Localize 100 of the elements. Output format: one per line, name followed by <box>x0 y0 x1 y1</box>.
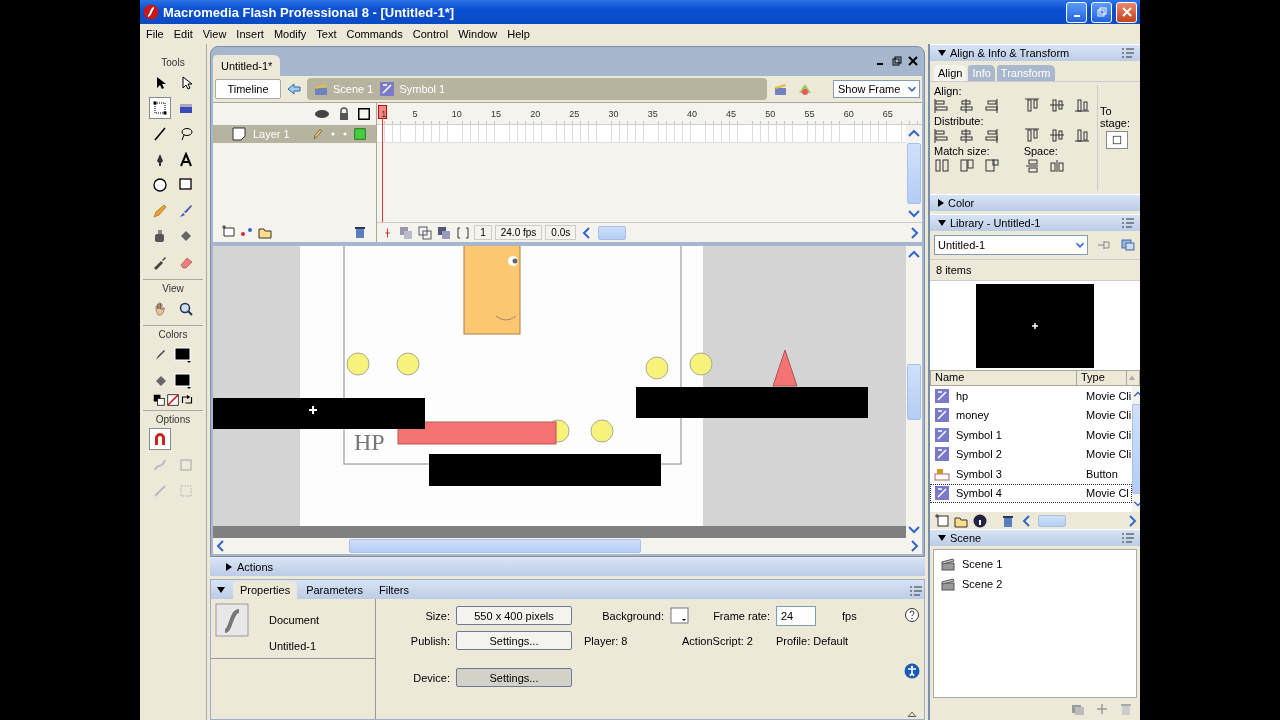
document-tab[interactable]: Untitled-1* <box>213 55 281 76</box>
library-item[interactable]: Symbol 2 Movie Cli <box>930 444 1133 464</box>
info-icon[interactable] <box>972 512 988 529</box>
align-icon[interactable] <box>1024 98 1040 114</box>
distribute-icon[interactable] <box>1049 128 1065 144</box>
panel-menu-icon[interactable] <box>1120 215 1136 231</box>
size-button[interactable]: 550 x 400 pixels <box>456 606 572 625</box>
library-dropdown[interactable]: Untitled-1 <box>934 235 1089 255</box>
add-layer-icon[interactable] <box>221 224 237 240</box>
item-name: Symbol 4 <box>956 487 1003 500</box>
device-settings-button[interactable]: Settings... <box>456 668 572 687</box>
library-item[interactable]: Symbol 1 Movie Cli <box>930 425 1133 445</box>
item-name: hp <box>956 389 970 402</box>
panel-header[interactable]: Library - Untitled-1 <box>930 214 1140 231</box>
stroke-color-swatch[interactable] <box>174 347 192 364</box>
distribute-icon[interactable] <box>984 128 1000 144</box>
menu-item[interactable]: File <box>142 28 170 40</box>
align-icon[interactable] <box>934 98 950 114</box>
menu-item[interactable]: Help <box>503 28 536 40</box>
distribute-icon[interactable] <box>934 128 950 144</box>
panel-header[interactable]: Align & Info & Transform <box>930 44 1140 61</box>
new-symbol-icon[interactable] <box>934 512 950 529</box>
scene-item[interactable]: Scene 1 <box>940 555 1130 573</box>
align-icon[interactable] <box>1074 98 1090 114</box>
scene-item[interactable]: Scene 2 <box>940 575 1130 593</box>
distribute-icon[interactable] <box>1024 128 1040 144</box>
fill-color-swatch[interactable] <box>174 372 192 389</box>
snap-button[interactable] <box>149 428 171 451</box>
distribute-icon[interactable] <box>1074 128 1090 144</box>
restore-icon[interactable] <box>892 56 902 66</box>
align-icon[interactable] <box>959 98 975 114</box>
menu-item[interactable]: Modify <box>269 28 313 40</box>
library-item[interactable]: Symbol 4 Movie Cl <box>930 483 1133 503</box>
tool-button[interactable] <box>149 97 171 120</box>
menu-item[interactable]: Commands <box>342 28 409 40</box>
menu-item[interactable]: Text <box>312 28 343 40</box>
frame-number: 40 <box>686 108 698 119</box>
new-library-icon[interactable] <box>1120 237 1136 253</box>
align-icon[interactable] <box>1049 98 1065 114</box>
onion-outline-icon[interactable] <box>417 224 434 241</box>
panel-menu-icon[interactable] <box>1120 530 1136 546</box>
space-icon[interactable] <box>1024 158 1040 174</box>
column-header[interactable]: Name <box>931 371 1077 385</box>
background-color-swatch[interactable] <box>670 606 690 625</box>
scroll-thumb[interactable] <box>907 143 921 204</box>
current-frame: 1 <box>474 225 492 240</box>
menu-item[interactable]: Control <box>408 28 455 40</box>
window-title: Macromedia Flash Professional 8 - [Untitled-1*] <box>163 4 456 20</box>
collapse-icon[interactable] <box>906 709 918 719</box>
panel-header[interactable]: Color <box>930 194 1140 211</box>
scroll-thumb[interactable] <box>1038 514 1066 527</box>
timeline-button[interactable]: Timeline <box>215 79 281 99</box>
panel-menu-icon[interactable] <box>908 583 924 599</box>
no-color-icon[interactable] <box>167 393 179 406</box>
menu-item[interactable]: Edit <box>169 28 199 40</box>
close-button[interactable] <box>1116 1 1137 23</box>
menu-item[interactable]: Insert <box>232 28 270 40</box>
distribute-icon[interactable] <box>959 128 975 144</box>
match-size-icon[interactable] <box>934 158 950 174</box>
accessibility-icon[interactable] <box>904 663 920 679</box>
panel-tab[interactable]: Parameters <box>299 581 370 599</box>
scroll-thumb[interactable] <box>349 539 641 554</box>
hand-icon[interactable] <box>152 300 168 317</box>
panel-header[interactable]: Scene <box>930 529 1140 546</box>
minimize-button[interactable] <box>1066 1 1087 23</box>
help-icon[interactable] <box>904 607 920 623</box>
column-header[interactable]: Type <box>1077 371 1127 385</box>
scroll-thumb[interactable] <box>598 225 627 240</box>
default-colors-icon[interactable] <box>153 393 165 406</box>
to-stage-button[interactable] <box>1106 131 1128 149</box>
brush-icon <box>178 202 194 219</box>
library-item[interactable]: money Movie Cli <box>930 405 1133 425</box>
space-icon[interactable] <box>1049 158 1065 174</box>
panel-tab[interactable]: Properties <box>233 581 298 599</box>
panel-menu-icon[interactable] <box>1120 45 1136 61</box>
frame-rate-field[interactable]: 24 <box>776 605 816 626</box>
menu-item[interactable]: View <box>198 28 233 40</box>
match-size-icon[interactable] <box>959 158 975 174</box>
close-icon[interactable] <box>908 56 918 66</box>
expand-triangle-icon[interactable] <box>217 586 225 593</box>
scroll-thumb[interactable] <box>907 364 921 421</box>
match-size-icon[interactable] <box>984 158 1000 174</box>
library-item[interactable]: hp Movie Cli <box>930 386 1133 406</box>
item-name: Symbol 2 <box>956 448 1003 461</box>
playhead[interactable] <box>379 105 387 222</box>
zoom-dropdown[interactable]: Show Frame <box>833 80 920 98</box>
library-item[interactable]: Symbol 3 Button <box>930 464 1133 484</box>
actions-panel-header[interactable]: Actions <box>210 558 925 576</box>
menu-item[interactable]: Window <box>454 28 504 40</box>
text-tool-icon <box>178 151 194 168</box>
back-arrow-icon[interactable] <box>285 81 303 97</box>
publish-settings-button[interactable]: Settings... <box>456 631 572 650</box>
align-icon[interactable] <box>984 98 1000 114</box>
panel-tab[interactable]: Align <box>934 65 967 81</box>
panel-tab[interactable]: Filters <box>372 581 416 599</box>
onion-markers-icon[interactable] <box>455 224 472 241</box>
restore-button[interactable] <box>1091 1 1112 23</box>
swap-colors-icon[interactable] <box>181 393 193 406</box>
edit-frames-icon[interactable] <box>436 224 453 241</box>
zoom-icon[interactable] <box>178 300 194 317</box>
